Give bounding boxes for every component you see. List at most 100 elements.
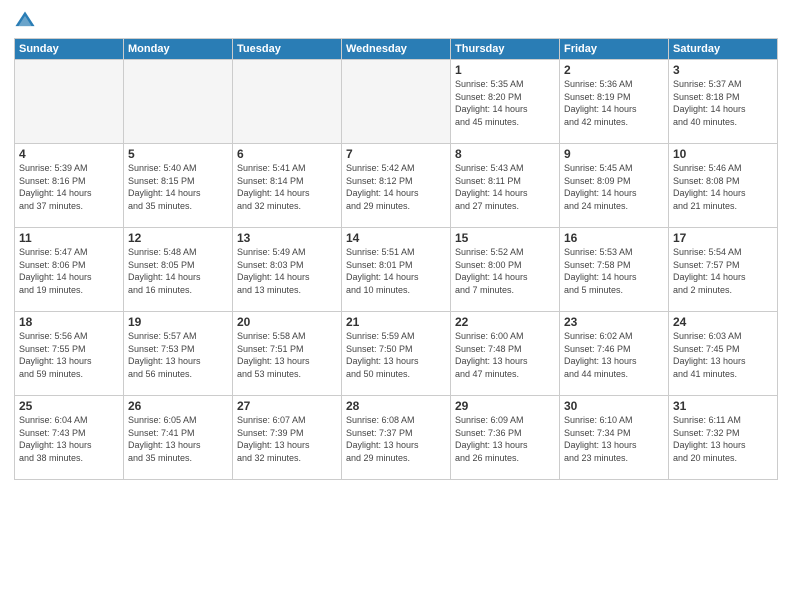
day-detail: Sunrise: 6:04 AMSunset: 7:43 PMDaylight:… (19, 414, 119, 464)
day-detail: Sunrise: 5:41 AMSunset: 8:14 PMDaylight:… (237, 162, 337, 212)
day-number: 3 (673, 63, 773, 77)
day-detail: Sunrise: 5:54 AMSunset: 7:57 PMDaylight:… (673, 246, 773, 296)
calendar-week-row: 18Sunrise: 5:56 AMSunset: 7:55 PMDayligh… (15, 312, 778, 396)
day-detail: Sunrise: 5:40 AMSunset: 8:15 PMDaylight:… (128, 162, 228, 212)
calendar-cell: 11Sunrise: 5:47 AMSunset: 8:06 PMDayligh… (15, 228, 124, 312)
calendar-cell: 29Sunrise: 6:09 AMSunset: 7:36 PMDayligh… (451, 396, 560, 480)
calendar-cell: 24Sunrise: 6:03 AMSunset: 7:45 PMDayligh… (669, 312, 778, 396)
calendar-cell: 18Sunrise: 5:56 AMSunset: 7:55 PMDayligh… (15, 312, 124, 396)
day-number: 12 (128, 231, 228, 245)
calendar-week-row: 1Sunrise: 5:35 AMSunset: 8:20 PMDaylight… (15, 60, 778, 144)
calendar-cell: 13Sunrise: 5:49 AMSunset: 8:03 PMDayligh… (233, 228, 342, 312)
calendar-cell: 22Sunrise: 6:00 AMSunset: 7:48 PMDayligh… (451, 312, 560, 396)
calendar-cell: 8Sunrise: 5:43 AMSunset: 8:11 PMDaylight… (451, 144, 560, 228)
day-number: 16 (564, 231, 664, 245)
calendar-cell: 23Sunrise: 6:02 AMSunset: 7:46 PMDayligh… (560, 312, 669, 396)
day-detail: Sunrise: 6:11 AMSunset: 7:32 PMDaylight:… (673, 414, 773, 464)
calendar-week-row: 4Sunrise: 5:39 AMSunset: 8:16 PMDaylight… (15, 144, 778, 228)
weekday-header: Monday (124, 39, 233, 60)
calendar-cell: 17Sunrise: 5:54 AMSunset: 7:57 PMDayligh… (669, 228, 778, 312)
day-detail: Sunrise: 5:53 AMSunset: 7:58 PMDaylight:… (564, 246, 664, 296)
day-number: 9 (564, 147, 664, 161)
day-detail: Sunrise: 5:57 AMSunset: 7:53 PMDaylight:… (128, 330, 228, 380)
day-detail: Sunrise: 5:47 AMSunset: 8:06 PMDaylight:… (19, 246, 119, 296)
day-number: 4 (19, 147, 119, 161)
calendar-cell: 28Sunrise: 6:08 AMSunset: 7:37 PMDayligh… (342, 396, 451, 480)
calendar-cell (342, 60, 451, 144)
logo-icon (14, 10, 36, 32)
calendar-cell: 19Sunrise: 5:57 AMSunset: 7:53 PMDayligh… (124, 312, 233, 396)
day-number: 19 (128, 315, 228, 329)
day-detail: Sunrise: 5:59 AMSunset: 7:50 PMDaylight:… (346, 330, 446, 380)
day-detail: Sunrise: 6:03 AMSunset: 7:45 PMDaylight:… (673, 330, 773, 380)
day-number: 2 (564, 63, 664, 77)
day-detail: Sunrise: 5:35 AMSunset: 8:20 PMDaylight:… (455, 78, 555, 128)
day-number: 29 (455, 399, 555, 413)
calendar-cell: 25Sunrise: 6:04 AMSunset: 7:43 PMDayligh… (15, 396, 124, 480)
day-detail: Sunrise: 5:36 AMSunset: 8:19 PMDaylight:… (564, 78, 664, 128)
day-detail: Sunrise: 5:49 AMSunset: 8:03 PMDaylight:… (237, 246, 337, 296)
calendar-cell: 7Sunrise: 5:42 AMSunset: 8:12 PMDaylight… (342, 144, 451, 228)
day-detail: Sunrise: 5:37 AMSunset: 8:18 PMDaylight:… (673, 78, 773, 128)
day-detail: Sunrise: 5:48 AMSunset: 8:05 PMDaylight:… (128, 246, 228, 296)
calendar-week-row: 11Sunrise: 5:47 AMSunset: 8:06 PMDayligh… (15, 228, 778, 312)
day-number: 30 (564, 399, 664, 413)
calendar-cell (233, 60, 342, 144)
logo (14, 10, 40, 32)
day-number: 5 (128, 147, 228, 161)
day-number: 22 (455, 315, 555, 329)
day-number: 25 (19, 399, 119, 413)
weekday-header: Friday (560, 39, 669, 60)
calendar-cell: 26Sunrise: 6:05 AMSunset: 7:41 PMDayligh… (124, 396, 233, 480)
day-detail: Sunrise: 5:56 AMSunset: 7:55 PMDaylight:… (19, 330, 119, 380)
day-detail: Sunrise: 6:05 AMSunset: 7:41 PMDaylight:… (128, 414, 228, 464)
calendar-cell: 5Sunrise: 5:40 AMSunset: 8:15 PMDaylight… (124, 144, 233, 228)
calendar-cell: 21Sunrise: 5:59 AMSunset: 7:50 PMDayligh… (342, 312, 451, 396)
weekday-header: Sunday (15, 39, 124, 60)
day-number: 11 (19, 231, 119, 245)
calendar-cell: 27Sunrise: 6:07 AMSunset: 7:39 PMDayligh… (233, 396, 342, 480)
day-detail: Sunrise: 5:58 AMSunset: 7:51 PMDaylight:… (237, 330, 337, 380)
day-detail: Sunrise: 6:07 AMSunset: 7:39 PMDaylight:… (237, 414, 337, 464)
day-number: 10 (673, 147, 773, 161)
day-number: 28 (346, 399, 446, 413)
calendar-cell (15, 60, 124, 144)
day-number: 14 (346, 231, 446, 245)
calendar-cell: 15Sunrise: 5:52 AMSunset: 8:00 PMDayligh… (451, 228, 560, 312)
calendar-cell: 31Sunrise: 6:11 AMSunset: 7:32 PMDayligh… (669, 396, 778, 480)
day-detail: Sunrise: 6:02 AMSunset: 7:46 PMDaylight:… (564, 330, 664, 380)
calendar-cell: 20Sunrise: 5:58 AMSunset: 7:51 PMDayligh… (233, 312, 342, 396)
day-number: 24 (673, 315, 773, 329)
calendar-cell: 16Sunrise: 5:53 AMSunset: 7:58 PMDayligh… (560, 228, 669, 312)
day-number: 17 (673, 231, 773, 245)
page: SundayMondayTuesdayWednesdayThursdayFrid… (0, 0, 792, 612)
day-number: 20 (237, 315, 337, 329)
calendar-cell: 1Sunrise: 5:35 AMSunset: 8:20 PMDaylight… (451, 60, 560, 144)
day-detail: Sunrise: 5:52 AMSunset: 8:00 PMDaylight:… (455, 246, 555, 296)
calendar-cell: 12Sunrise: 5:48 AMSunset: 8:05 PMDayligh… (124, 228, 233, 312)
day-number: 15 (455, 231, 555, 245)
weekday-header: Tuesday (233, 39, 342, 60)
calendar-cell: 30Sunrise: 6:10 AMSunset: 7:34 PMDayligh… (560, 396, 669, 480)
day-number: 31 (673, 399, 773, 413)
day-detail: Sunrise: 5:42 AMSunset: 8:12 PMDaylight:… (346, 162, 446, 212)
calendar-cell: 6Sunrise: 5:41 AMSunset: 8:14 PMDaylight… (233, 144, 342, 228)
calendar-table: SundayMondayTuesdayWednesdayThursdayFrid… (14, 38, 778, 480)
day-number: 8 (455, 147, 555, 161)
day-number: 21 (346, 315, 446, 329)
day-detail: Sunrise: 6:09 AMSunset: 7:36 PMDaylight:… (455, 414, 555, 464)
day-number: 6 (237, 147, 337, 161)
day-number: 18 (19, 315, 119, 329)
day-number: 23 (564, 315, 664, 329)
day-number: 26 (128, 399, 228, 413)
weekday-header: Thursday (451, 39, 560, 60)
day-number: 13 (237, 231, 337, 245)
day-detail: Sunrise: 5:45 AMSunset: 8:09 PMDaylight:… (564, 162, 664, 212)
day-number: 1 (455, 63, 555, 77)
day-detail: Sunrise: 5:39 AMSunset: 8:16 PMDaylight:… (19, 162, 119, 212)
calendar-cell: 14Sunrise: 5:51 AMSunset: 8:01 PMDayligh… (342, 228, 451, 312)
day-number: 7 (346, 147, 446, 161)
calendar-cell: 10Sunrise: 5:46 AMSunset: 8:08 PMDayligh… (669, 144, 778, 228)
day-number: 27 (237, 399, 337, 413)
day-detail: Sunrise: 5:51 AMSunset: 8:01 PMDaylight:… (346, 246, 446, 296)
